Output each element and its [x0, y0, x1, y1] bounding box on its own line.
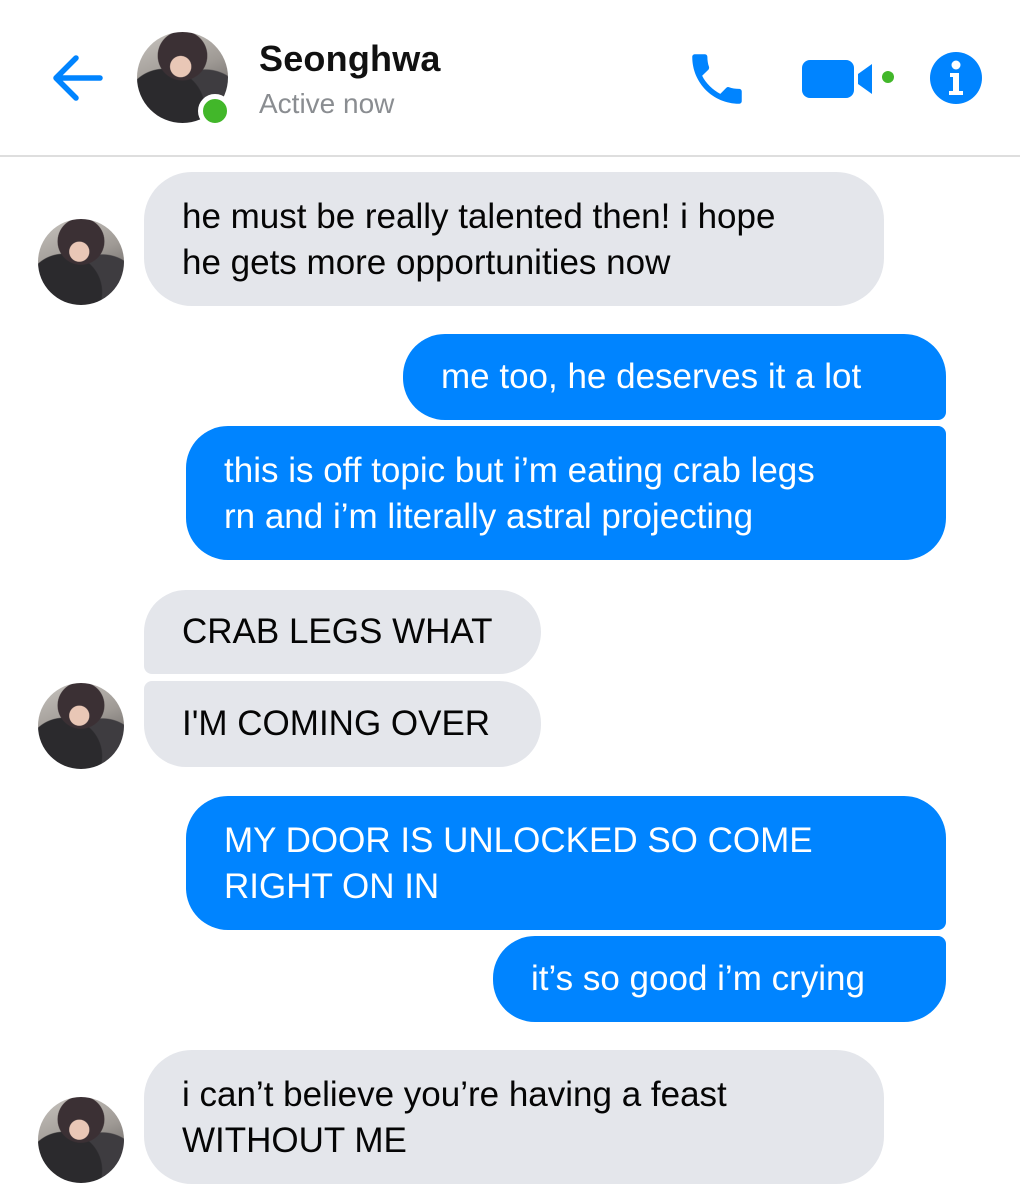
- sender-avatar[interactable]: [38, 219, 124, 305]
- video-camera-icon[interactable]: [798, 50, 902, 106]
- info-icon[interactable]: [928, 50, 984, 106]
- contact-name[interactable]: Seonghwa: [259, 38, 441, 80]
- sender-avatar[interactable]: [38, 1097, 124, 1183]
- messenger-chat-screen: Seonghwa Active now he must be really ta…: [0, 0, 1020, 1200]
- avatar-photo: [38, 683, 124, 769]
- sender-avatar[interactable]: [38, 683, 124, 769]
- avatar-photo: [38, 1097, 124, 1183]
- contact-status: Active now: [259, 88, 395, 119]
- outgoing-message-bubble[interactable]: me too, he deserves it a lot: [403, 334, 946, 420]
- outgoing-message-bubble[interactable]: it’s so good i’m crying: [493, 936, 946, 1022]
- phone-icon[interactable]: [684, 46, 750, 112]
- incoming-message-bubble[interactable]: he must be really talented then! i hope …: [144, 172, 884, 306]
- outgoing-message-bubble[interactable]: this is off topic but i’m eating crab le…: [186, 426, 946, 560]
- message-thread: he must be really talented then! i hope …: [0, 158, 1020, 1200]
- outgoing-message-bubble[interactable]: MY DOOR IS UNLOCKED SO COME RIGHT ON IN: [186, 796, 946, 930]
- chat-header: Seonghwa Active now: [0, 0, 1020, 157]
- incoming-message-bubble[interactable]: i can’t believe you’re having a feast WI…: [144, 1050, 884, 1184]
- incoming-message-bubble[interactable]: I'M COMING OVER: [144, 681, 541, 767]
- contact-avatar[interactable]: [137, 32, 232, 128]
- online-status-dot: [198, 94, 232, 128]
- avatar-photo: [38, 219, 124, 305]
- incoming-message-bubble[interactable]: CRAB LEGS WHAT: [144, 590, 541, 674]
- back-arrow-icon[interactable]: [44, 44, 112, 112]
